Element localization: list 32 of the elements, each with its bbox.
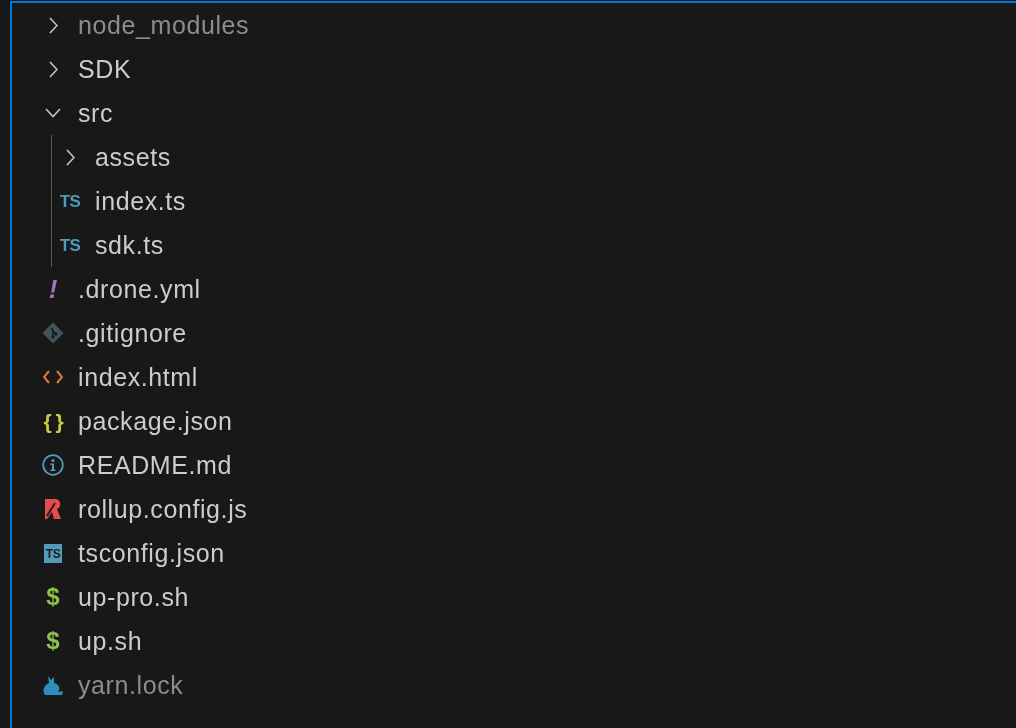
file-name[interactable]: README.md [78,450,233,480]
file-name[interactable]: index.ts [95,186,186,216]
file-name[interactable]: index.html [78,362,198,392]
file-name[interactable]: up.sh [78,626,143,656]
ts-file-icon: TS [59,192,81,210]
chevron-right-icon[interactable] [65,148,75,166]
ts-file-icon: TS [59,236,81,254]
file-name[interactable]: tsconfig.json [78,538,225,568]
file-name[interactable]: up-pro.sh [78,582,189,612]
file-name[interactable]: yarn.lock [78,670,184,700]
chevron-down-icon[interactable] [45,108,61,118]
angle-brackets-icon [43,370,63,384]
dollar-icon: $ [46,585,60,609]
info-icon [42,454,64,476]
dollar-icon: $ [46,629,60,653]
file-name[interactable]: .gitignore [78,318,187,348]
r-logo-icon [44,498,62,520]
file-name[interactable]: package.json [78,406,233,436]
folder-name[interactable]: src [78,98,114,128]
chevron-right-icon[interactable] [48,16,58,34]
folder-name[interactable]: assets [95,142,171,172]
cat-icon [42,674,64,696]
folder-name[interactable]: SDK [78,54,132,84]
chevron-right-icon[interactable] [48,60,58,78]
diamond-branch-icon [42,322,64,344]
exclamation-icon: ! [48,276,58,302]
ts-square-icon: TS [43,543,63,563]
folder-name[interactable]: node_modules [78,10,250,40]
file-name[interactable]: rollup.config.js [78,494,248,524]
curly-braces-icon: { } [43,410,63,432]
file-name[interactable]: sdk.ts [95,230,164,260]
file-name[interactable]: .drone.yml [78,274,201,304]
